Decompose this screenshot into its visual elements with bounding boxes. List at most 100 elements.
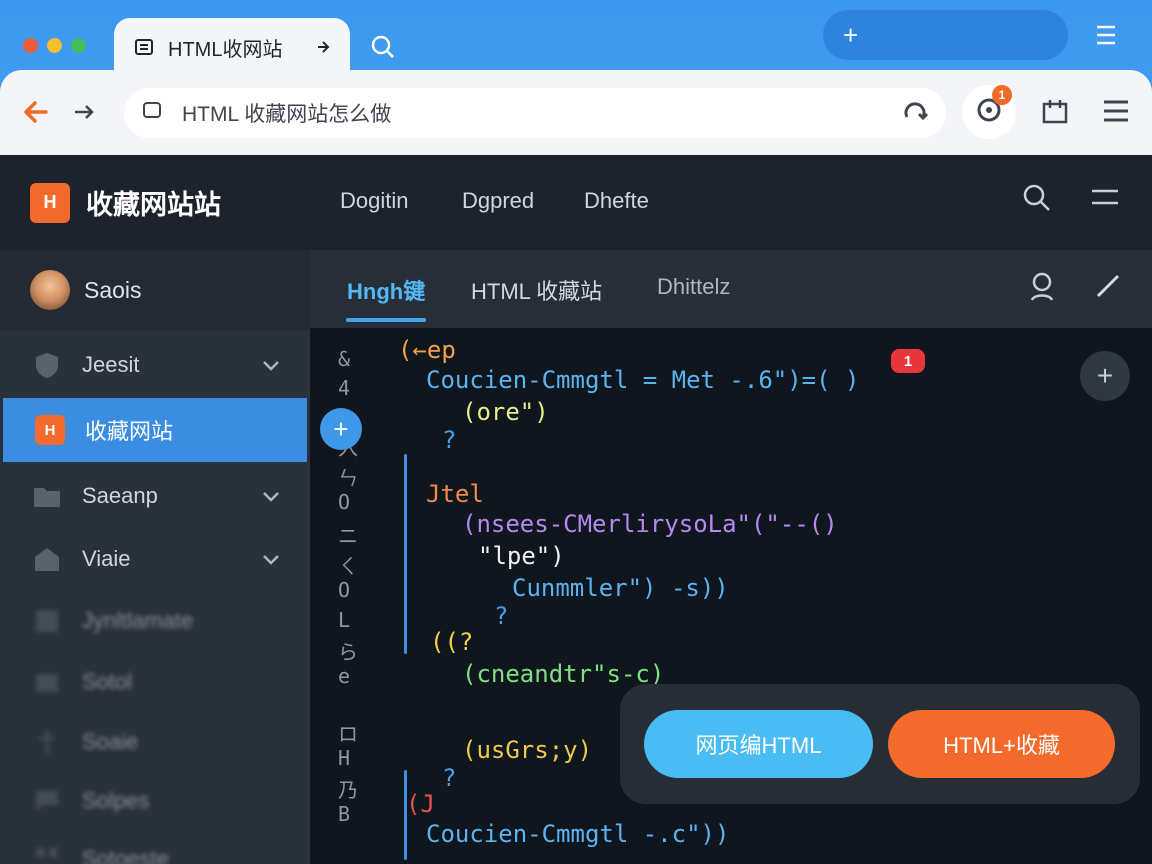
plus-icon: + xyxy=(333,413,349,444)
sidebar-item-label: Jeesit xyxy=(82,352,140,377)
code-line: (←ep xyxy=(398,336,456,364)
site-info-icon[interactable] xyxy=(142,100,162,126)
gutter-mark: ら xyxy=(338,640,358,664)
browser-menu-icon[interactable] xyxy=(1102,98,1130,129)
chat-icon xyxy=(30,786,64,816)
chevron-down-icon[interactable] xyxy=(262,483,280,509)
home-icon xyxy=(30,544,64,574)
sidebar-item-7[interactable]: Soaie xyxy=(0,710,310,774)
sidebar-item-8[interactable]: Solpes xyxy=(0,769,310,833)
gutter-mark: 4 xyxy=(338,376,351,400)
new-tab-button[interactable]: + xyxy=(823,10,1068,60)
add-button[interactable]: + xyxy=(1080,351,1130,401)
user-profile[interactable]: Saois xyxy=(0,250,310,330)
gutter-mark: 乃 xyxy=(338,778,358,802)
tab-title: HTML收网站 xyxy=(168,38,283,61)
maximize-window-dot[interactable] xyxy=(71,38,86,53)
tab-menu-icon[interactable] xyxy=(1094,22,1118,53)
address-toolbar: HTML 收藏网站怎么做 xyxy=(0,70,1152,156)
tab-html-favorites[interactable]: HTML 收藏站 xyxy=(471,274,602,306)
gutter-mark: ニ xyxy=(338,524,358,548)
code-line: Coucien-Cmmgtl = Met -.6")=( ) xyxy=(426,366,860,394)
sidebar: H 收藏网站站 Saois Jeesit H 收藏网站 Saeanp Viaie xyxy=(0,155,310,864)
code-line: ? xyxy=(442,764,457,792)
sidebar-item-label: Solpes xyxy=(82,788,150,813)
gutter-mark: B xyxy=(338,802,351,826)
folder-icon xyxy=(30,481,64,511)
sidebar-item-viaie[interactable]: Viaie xyxy=(0,527,310,591)
user-name: Saois xyxy=(84,276,142,303)
minimize-window-dot[interactable] xyxy=(47,38,62,53)
web-edit-html-button[interactable]: 网页编HTML xyxy=(644,710,873,778)
gutter-mark: L xyxy=(338,608,351,632)
browser-tab-strip: HTML收网站 + xyxy=(0,0,1152,76)
tab-search-icon[interactable] xyxy=(370,34,396,65)
browser-tab[interactable]: HTML收网站 xyxy=(114,18,350,76)
action-panel: 网页编HTML HTML+收藏 xyxy=(620,684,1140,804)
html-logo-icon: H xyxy=(33,415,67,445)
notification-badge: 1 xyxy=(992,85,1012,105)
sidebar-item-saeanp[interactable]: Saeanp xyxy=(0,464,310,528)
gutter-mark: ㄣ xyxy=(338,466,358,490)
code-line: (usGrs;y) xyxy=(462,736,593,764)
code-line: ? xyxy=(442,426,457,454)
code-line: ? xyxy=(494,602,509,630)
code-line: "lpe") xyxy=(478,542,565,570)
code-line: Coucien-Cmmgtl -.c")) xyxy=(426,820,730,848)
gutter-mark: O xyxy=(338,578,351,602)
sidebar-item-label: Soaie xyxy=(82,729,139,754)
close-window-dot[interactable] xyxy=(23,38,38,53)
chevron-down-icon[interactable] xyxy=(262,546,280,572)
sidebar-item-5[interactable]: Jynltlamate xyxy=(0,589,310,653)
gutter-mark: O xyxy=(338,490,351,514)
html-logo-icon: H xyxy=(30,182,70,223)
error-badge: 1 xyxy=(891,349,925,373)
editor-tabs: Hngh键 HTML 收藏站 Dhittelz xyxy=(310,250,1152,328)
sidebar-item-favorites[interactable]: H 收藏网站 xyxy=(3,398,307,462)
chevron-down-icon[interactable] xyxy=(262,352,280,378)
nav-item-3[interactable]: Dhefte xyxy=(584,188,649,214)
sidebar-item-9[interactable]: Sotoeste xyxy=(0,827,310,864)
gutter-mark: e xyxy=(338,664,351,688)
doc-icon xyxy=(30,606,64,636)
tab-third[interactable]: Dhittelz xyxy=(657,274,730,300)
add-line-button[interactable]: + xyxy=(320,408,362,450)
brand[interactable]: H 收藏网站站 xyxy=(0,155,310,250)
pencil-icon[interactable] xyxy=(1094,272,1122,305)
grid-icon xyxy=(30,844,64,864)
sidebar-item-label: Sotoeste xyxy=(82,846,169,864)
code-line: Jtel xyxy=(426,480,484,508)
sidebar-item-label: Jynltlamate xyxy=(82,608,194,633)
nav-item-2[interactable]: Dgpred xyxy=(462,188,534,214)
sidebar-item-jeesit[interactable]: Jeesit xyxy=(0,333,310,397)
code-line: (ore") xyxy=(462,398,549,426)
nav-item-1[interactable]: Dogitin xyxy=(340,188,408,214)
search-icon[interactable] xyxy=(1022,183,1052,218)
sidebar-item-6[interactable]: Sotol xyxy=(0,650,310,714)
reload-icon[interactable] xyxy=(902,100,929,131)
shield-icon xyxy=(30,350,64,380)
url-field[interactable]: HTML 收藏网站怎么做 xyxy=(124,88,946,138)
indent-guide xyxy=(404,454,407,654)
box-icon xyxy=(30,667,64,697)
tab-close-icon[interactable] xyxy=(316,40,330,54)
avatar xyxy=(30,270,70,310)
menu-icon[interactable] xyxy=(1090,187,1120,212)
back-arrow-icon[interactable] xyxy=(22,98,50,131)
code-line: ((? xyxy=(430,628,474,656)
plus-icon: + xyxy=(1096,360,1114,391)
gutter-mark: H xyxy=(338,746,351,770)
page-icon xyxy=(134,37,154,57)
code-line: (J xyxy=(406,790,435,818)
brand-name: 收藏网站站 xyxy=(86,190,221,220)
tab-active[interactable]: Hngh键 xyxy=(347,274,425,306)
gutter-mark: ㄑ xyxy=(338,554,358,578)
gutter-mark: ロ xyxy=(338,722,358,746)
html-favorite-button[interactable]: HTML+收藏 xyxy=(888,710,1115,778)
gutter-mark: & xyxy=(338,347,351,371)
pin-icon xyxy=(30,727,64,757)
user-icon[interactable] xyxy=(1028,272,1056,307)
bookmark-icon[interactable] xyxy=(1040,96,1070,131)
code-line: Cunmmler") -s)) xyxy=(512,574,729,602)
forward-arrow-icon[interactable] xyxy=(72,100,96,129)
